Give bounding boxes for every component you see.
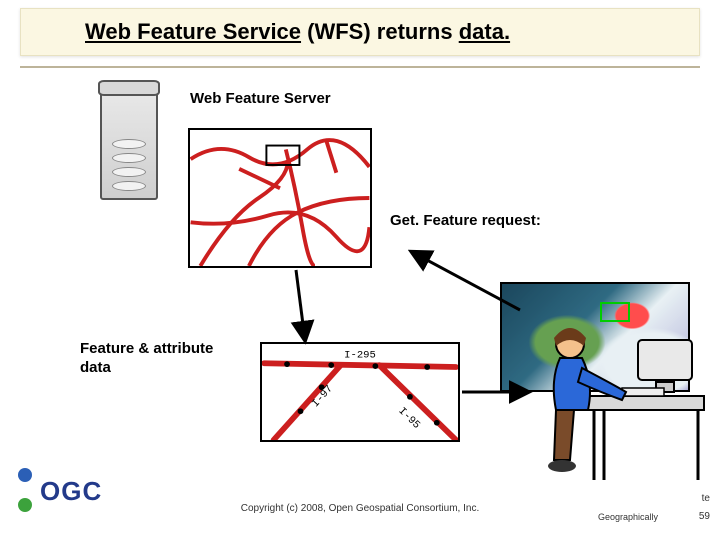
highway-detail-panel: I-295 I-97 I-95 bbox=[260, 342, 460, 442]
label-feature-attr: Feature & attribute data bbox=[80, 340, 230, 378]
ogc-logo-text: OGC bbox=[40, 476, 102, 507]
road-label-i295: I-295 bbox=[344, 349, 376, 361]
user-illustration bbox=[530, 310, 710, 480]
title-wfs: Web Feature Service bbox=[85, 19, 301, 44]
server-icon bbox=[100, 80, 158, 200]
footer-corner-te: te bbox=[702, 493, 710, 504]
slide-root: Web Feature Service (WFS) returns data. … bbox=[0, 0, 720, 540]
title-bar: Web Feature Service (WFS) returns data. bbox=[20, 8, 700, 56]
road-label-i97: I-97 bbox=[310, 383, 336, 410]
label-get-feature: Get. Feature request: bbox=[390, 212, 550, 231]
footer-corner-label: Geographically bbox=[598, 512, 658, 522]
footer-page-number: 59 bbox=[699, 511, 710, 522]
road-network-map bbox=[188, 128, 372, 268]
title-data: data. bbox=[459, 19, 510, 44]
title-returns: returns bbox=[377, 19, 459, 44]
slide-title: Web Feature Service (WFS) returns data. bbox=[85, 19, 510, 45]
ogc-logo: OGC bbox=[18, 468, 128, 512]
road-label-i95: I-95 bbox=[396, 405, 423, 431]
label-wfs-server: Web Feature Server bbox=[190, 90, 340, 109]
copyright-text: Copyright (c) 2008, Open Geospatial Cons… bbox=[241, 503, 479, 514]
title-rule bbox=[20, 66, 700, 68]
title-abbr: (WFS) bbox=[301, 19, 377, 44]
